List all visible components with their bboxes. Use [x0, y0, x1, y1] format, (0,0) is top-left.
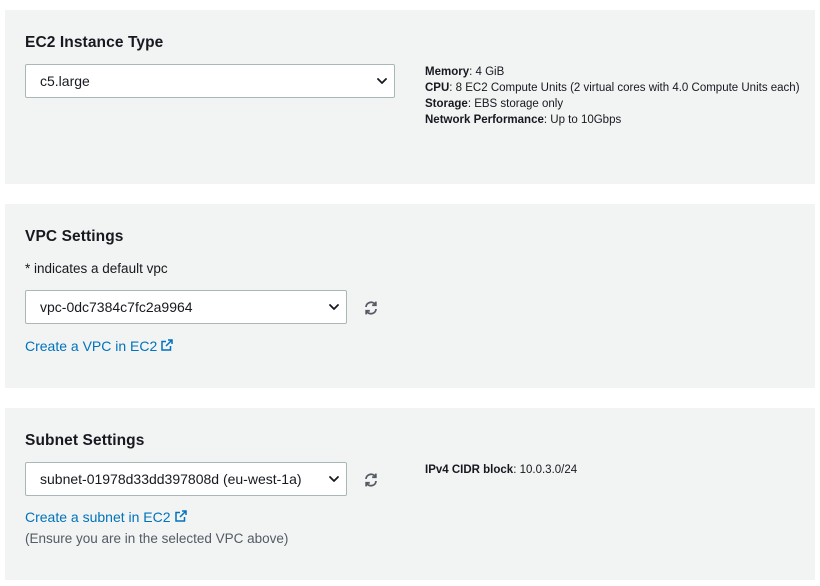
- chevron-down-icon: [329, 304, 339, 310]
- cpu-value: : 8 EC2 Compute Units (2 virtual cores w…: [449, 82, 800, 94]
- storage-row: Storage: EBS storage only: [425, 96, 803, 112]
- vpc-selected-value: vpc-0dc7384c7fc2a9964: [40, 299, 193, 315]
- storage-label: Storage: [425, 98, 468, 110]
- instance-type-selected-value: c5.large: [40, 73, 90, 89]
- memory-label: Memory: [425, 66, 470, 78]
- subnet-select[interactable]: subnet-01978d33dd397808d (eu-west-1a): [25, 462, 347, 496]
- subnet-details: IPv4 CIDR block: 10.0.3.0/24: [425, 462, 577, 478]
- instance-type-select[interactable]: c5.large: [25, 64, 395, 98]
- vpc-settings-panel: VPC Settings * indicates a default vpc v…: [5, 204, 815, 388]
- storage-value: : EBS storage only: [467, 98, 564, 110]
- subnet-vpc-note: (Ensure you are in the selected VPC abov…: [25, 531, 289, 546]
- network-label: Network Performance: [425, 114, 544, 126]
- chevron-down-icon: [329, 476, 339, 482]
- network-row: Network Performance: Up to 10Gbps: [425, 112, 803, 128]
- subnet-settings-title: Subnet Settings: [25, 432, 145, 449]
- instance-type-details: Memory: 4 GiB CPU: 8 EC2 Compute Units (…: [425, 64, 803, 128]
- cpu-label: CPU: [425, 82, 450, 94]
- vpc-select[interactable]: vpc-0dc7384c7fc2a9964: [25, 290, 347, 324]
- network-value: : Up to 10Gbps: [543, 114, 622, 126]
- memory-row: Memory: 4 GiB: [425, 64, 803, 80]
- cidr-label: IPv4 CIDR block: [425, 464, 514, 476]
- refresh-icon[interactable]: [363, 472, 379, 488]
- external-link-icon: [174, 510, 187, 522]
- subnet-selected-value: subnet-01978d33dd397808d (eu-west-1a): [40, 471, 302, 487]
- create-vpc-link-label: Create a VPC in EC2: [25, 338, 158, 354]
- create-vpc-link[interactable]: Create a VPC in EC2: [25, 338, 174, 354]
- subnet-settings-panel: Subnet Settings subnet-01978d33dd397808d…: [5, 408, 815, 580]
- cpu-row: CPU: 8 EC2 Compute Units (2 virtual core…: [425, 80, 803, 96]
- ec2-instance-type-title: EC2 Instance Type: [25, 34, 164, 51]
- refresh-icon[interactable]: [363, 300, 379, 316]
- chevron-down-icon: [377, 78, 387, 84]
- external-link-icon: [161, 339, 174, 351]
- create-subnet-link-label: Create a subnet in EC2: [25, 509, 171, 525]
- ec2-instance-type-panel: EC2 Instance Type c5.large Memory: 4 GiB…: [5, 10, 815, 184]
- vpc-settings-title: VPC Settings: [25, 228, 124, 245]
- memory-value: : 4 GiB: [469, 66, 505, 78]
- create-subnet-link[interactable]: Create a subnet in EC2: [25, 509, 187, 525]
- cidr-value: : 10.0.3.0/24: [513, 464, 578, 476]
- default-vpc-hint: * indicates a default vpc: [25, 261, 168, 276]
